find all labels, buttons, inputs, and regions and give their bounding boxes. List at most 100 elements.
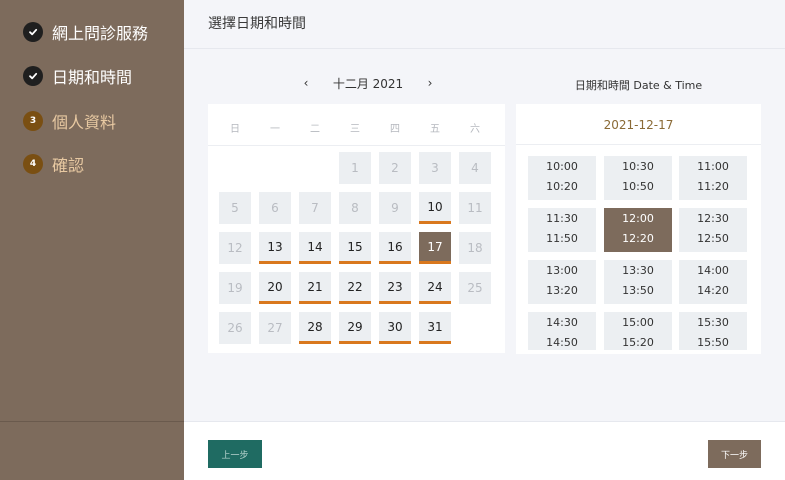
prev-month-button[interactable]: ‹ — [298, 73, 314, 93]
step-item: 網上問診服務 — [23, 20, 148, 44]
time-panel: 2021-12-17 10:00 10:20 10:30 10:50 11:00 11:2… — [516, 104, 761, 354]
weekday-label: 五 — [430, 124, 440, 135]
step-item: 4 確認 — [23, 152, 84, 176]
calendar-nav: ‹ 十二月 2021 › — [208, 73, 505, 93]
time-panel-bottom — [516, 350, 761, 354]
next-step-button[interactable]: 下一步 — [708, 440, 761, 468]
step-list: 網上問診服務日期和時間 3 個人資料 4 確認 — [0, 0, 184, 421]
time-panel-title: 日期和時間 Date & Time — [574, 79, 703, 92]
calendar-day[interactable]: 21 — [299, 272, 331, 304]
month-label: 十二月 2021 — [332, 77, 404, 91]
time-slot[interactable]: 10:30 10:50 — [604, 156, 672, 200]
calendar-day: 19 — [219, 272, 251, 304]
sidebar: 網上問診服務日期和時間 3 個人資料 4 確認 — [0, 0, 184, 480]
time-slot[interactable]: 14:30 14:50 — [528, 312, 596, 350]
calendar-day: 1 — [339, 152, 371, 184]
slot-end-time: 13:50 — [622, 284, 654, 297]
time-slot[interactable]: 11:30 11:50 — [528, 208, 596, 252]
check-icon — [23, 66, 43, 86]
slot-end-time: 15:50 — [697, 336, 729, 349]
slot-start-time: 12:00 — [622, 212, 654, 225]
slot-end-time: 11:20 — [697, 180, 729, 193]
slot-start-time: 12:30 — [697, 212, 729, 225]
calendar-day[interactable]: 23 — [379, 272, 411, 304]
slot-end-time: 15:20 — [622, 336, 654, 349]
slot-start-time: 11:00 — [697, 160, 729, 173]
footer: 上一步 下一步 — [184, 421, 785, 480]
weekday-header: 日一二三四五六 — [208, 104, 505, 146]
slot-end-time: 10:20 — [546, 180, 578, 193]
calendar-day[interactable]: 22 — [339, 272, 371, 304]
slot-start-time: 15:30 — [697, 316, 729, 329]
selected-date: 2021-12-17 — [516, 104, 761, 145]
calendar-day: 5 — [219, 192, 251, 224]
calendar-day: 3 — [419, 152, 451, 184]
step-number: 4 — [23, 154, 43, 174]
weekday-label: 二 — [310, 124, 320, 135]
step-label: 網上問診服務 — [52, 24, 149, 43]
slot-end-time: 13:20 — [546, 284, 578, 297]
slot-end-time: 10:50 — [622, 180, 654, 193]
weekday-label: 四 — [390, 124, 400, 135]
time-slot[interactable]: 11:00 11:20 — [679, 156, 747, 200]
time-slot[interactable]: 14:00 14:20 — [679, 260, 747, 304]
calendar-day[interactable]: 29 — [339, 312, 371, 344]
time-slot[interactable]: 15:30 15:50 — [679, 312, 747, 350]
weekday-label: 三 — [350, 124, 360, 135]
calendar-day: 7 — [299, 192, 331, 224]
calendar-day: 9 — [379, 192, 411, 224]
step-item: 日期和時間 — [23, 64, 132, 88]
page-header: 選擇日期和時間 — [184, 0, 785, 49]
slot-start-time: 14:00 — [697, 264, 729, 277]
time-slot-list[interactable]: 10:00 10:20 10:30 10:50 11:00 11:20 11:30 11:50… — [516, 146, 761, 350]
slot-start-time: 13:00 — [546, 264, 578, 277]
time-slot[interactable]: 12:30 12:50 — [679, 208, 747, 252]
weekday-label: 一 — [270, 124, 280, 135]
calendar-day: 4 — [459, 152, 491, 184]
calendar-day[interactable]: 24 — [419, 272, 451, 304]
slot-end-time: 12:50 — [697, 232, 729, 245]
calendar-day[interactable]: 15 — [339, 232, 371, 264]
slot-start-time: 10:30 — [622, 160, 654, 173]
calendar-day[interactable]: 13 — [259, 232, 291, 264]
slot-end-time: 11:50 — [546, 232, 578, 245]
check-icon — [23, 22, 43, 42]
time-slot[interactable]: 10:00 10:20 — [528, 156, 596, 200]
calendar-day: 26 — [219, 312, 251, 344]
slot-start-time: 15:00 — [622, 316, 654, 329]
slot-start-time: 13:30 — [622, 264, 654, 277]
selected-day[interactable]: 17 — [419, 232, 451, 264]
booking-app: 網上問診服務 日期和時間 3 個人資料 4 確認 選擇日期和時間 ‹ 十二月 2021 ›… — [0, 0, 785, 480]
calendar-day[interactable]: 10 — [419, 192, 451, 224]
slot-start-time: 11:30 — [546, 212, 578, 225]
calendar-day[interactable]: 31 — [419, 312, 451, 344]
prev-step-button[interactable]: 上一步 — [208, 440, 262, 468]
slot-end-time: 14:20 — [697, 284, 729, 297]
calendar-day: 8 — [339, 192, 371, 224]
slot-start-time: 10:00 — [546, 160, 578, 173]
page-title: 選擇日期和時間 — [208, 16, 306, 32]
calendar-day: 25 — [459, 272, 491, 304]
calendar-day: 18 — [459, 232, 491, 264]
calendar-day[interactable]: 14 — [299, 232, 331, 264]
calendar-day: 2 — [379, 152, 411, 184]
slot-end-time: 12:20 — [622, 232, 654, 245]
slot-end-time: 14:50 — [546, 336, 578, 349]
calendar-day[interactable]: 16 — [379, 232, 411, 264]
step-label: 個人資料 — [52, 113, 117, 132]
calendar-day[interactable]: 28 — [299, 312, 331, 344]
calendar-day[interactable]: 30 — [379, 312, 411, 344]
slot-start-time: 14:30 — [546, 316, 578, 329]
selected-time-slot[interactable]: 12:00 12:20 — [604, 208, 672, 252]
time-slot[interactable]: 15:00 15:20 — [604, 312, 672, 350]
weekday-label: 日 — [230, 124, 240, 135]
step-item: 3 個人資料 — [23, 109, 116, 133]
weekday-label: 六 — [470, 124, 480, 135]
time-slot[interactable]: 13:00 13:20 — [528, 260, 596, 304]
calendar-day[interactable]: 20 — [259, 272, 291, 304]
time-slot[interactable]: 13:30 13:50 — [604, 260, 672, 304]
sidebar-footer — [0, 421, 184, 480]
calendar: 日一二三四五六 1 2 3 4 5 6 7 8 9 10 11 12 13 14 15 16 17 18 19 20 2… — [208, 104, 505, 353]
next-month-button[interactable]: › — [422, 73, 438, 93]
calendar-day: 27 — [259, 312, 291, 344]
